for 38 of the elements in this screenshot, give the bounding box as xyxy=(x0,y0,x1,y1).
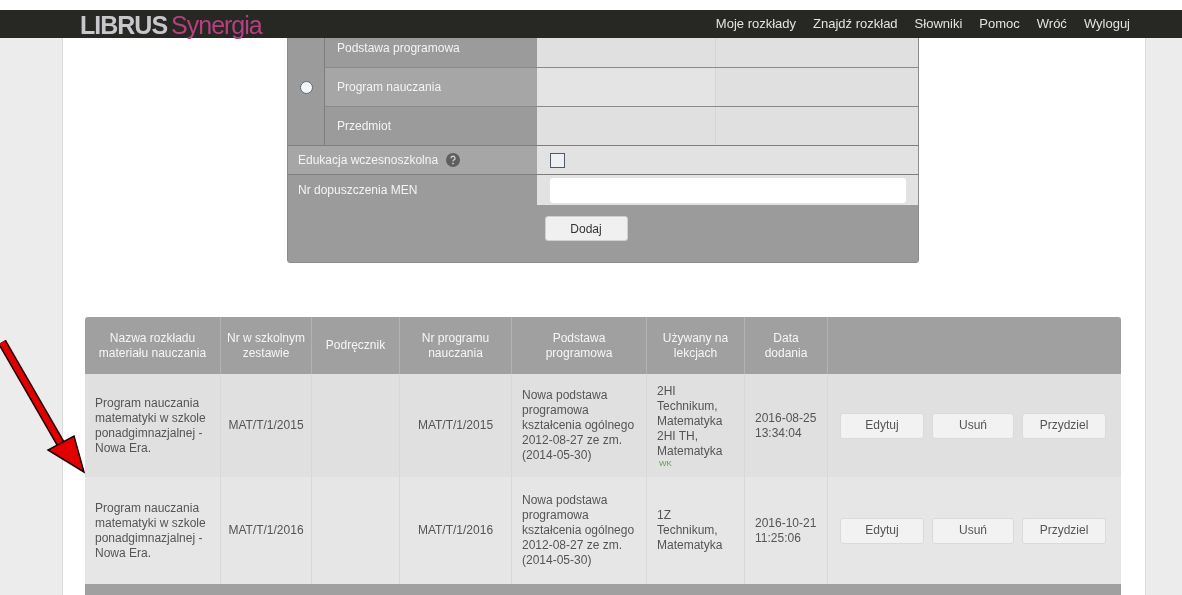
field-label: Program nauczania xyxy=(337,79,442,96)
action-button[interactable]: Przydziel xyxy=(1022,412,1106,439)
table-cell: Nowa podstawa programowa kształcenia ogólnego 2012-08-27 ze zm.(2014-05-30) xyxy=(522,388,636,463)
text-input-field[interactable] xyxy=(550,178,906,203)
action-button[interactable]: Edytuj xyxy=(840,412,924,439)
add-button[interactable]: Dodaj xyxy=(544,216,628,241)
field-label: Przedmiot xyxy=(337,118,392,135)
table-cell-text: 2HI TH, Matematyka xyxy=(657,428,724,459)
table-cell-text: 2016-08-25 13:34:04 xyxy=(755,410,818,441)
nav-link[interactable]: Znajdź rozkład xyxy=(813,14,898,34)
help-icon[interactable] xyxy=(446,153,461,167)
table-cell-text: Program nauczania matematyki w szkole ponadgimnazjalnej - Nowa Era. xyxy=(95,395,207,456)
tag-label: WK xyxy=(659,458,673,468)
field-label: Podstawa programowa xyxy=(337,40,460,57)
logo-text: Synergia xyxy=(171,12,262,38)
action-button[interactable]: Usuń xyxy=(932,412,1014,439)
checkbox[interactable] xyxy=(550,152,565,168)
table-cell: Nowa podstawa programowa kształcenia ogólnego 2012-08-27 ze zm.(2014-05-30) xyxy=(522,493,636,568)
field-label: Edukacja wczesnoszkolna xyxy=(298,152,439,169)
table-cell: MAT/T/1/2016 xyxy=(228,523,304,538)
table-cell-text: 2016-10-21 11:25:06 xyxy=(755,515,818,546)
action-button[interactable]: Przydziel xyxy=(1022,517,1106,544)
nav-link[interactable]: Moje rozkłady xyxy=(715,14,797,34)
action-button[interactable]: Usuń xyxy=(932,517,1014,544)
table-cell: MAT/T/1/2015 xyxy=(228,418,304,433)
nav-link[interactable]: Wyloguj xyxy=(1083,14,1130,34)
nav-link[interactable]: Wróć xyxy=(1036,14,1067,34)
radio-button[interactable] xyxy=(299,80,313,94)
table-cell-text: 1Z Technikum, Matematyka xyxy=(657,508,724,553)
nav-link[interactable]: Słowniki xyxy=(914,14,963,34)
table-cell-text: 2HI Technikum, Matematyka xyxy=(657,383,724,429)
logo-text: LIBRUS xyxy=(80,12,168,38)
table-cell: MAT/T/1/2015 xyxy=(417,418,494,433)
nav-link[interactable]: Pomoc xyxy=(979,14,1020,34)
table-cell-text: Program nauczania matematyki w szkole ponadgimnazjalnej - Nowa Era. xyxy=(95,500,207,561)
table-cell: MAT/T/1/2016 xyxy=(417,523,494,538)
field-label: Nr dopuszczenia MEN xyxy=(298,182,418,199)
action-button[interactable]: Edytuj xyxy=(840,517,924,544)
